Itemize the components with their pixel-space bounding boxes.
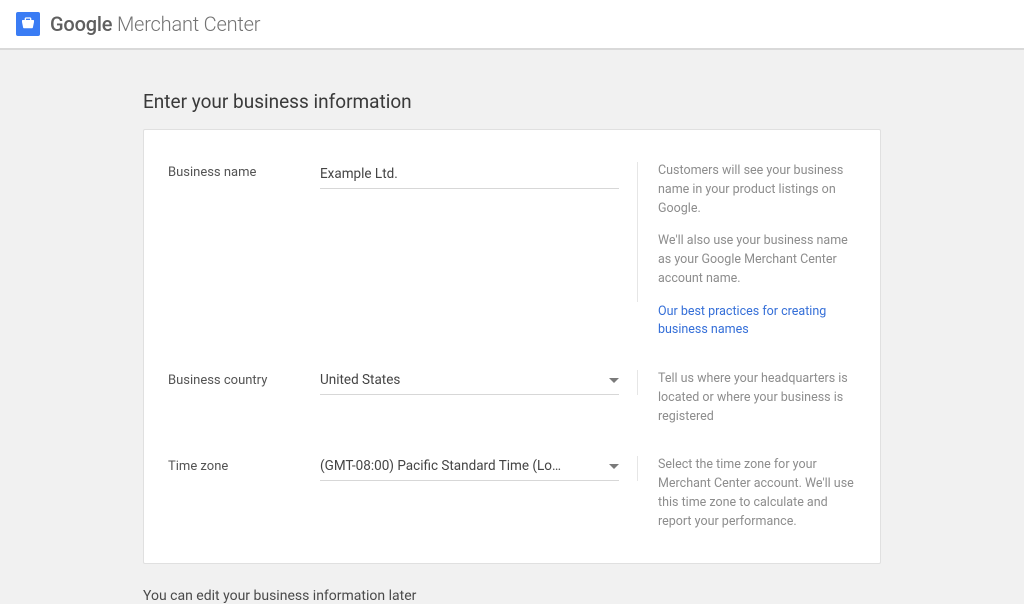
business-name-help: Customers will see your business name in… (638, 162, 856, 340)
chevron-down-icon (609, 464, 619, 469)
form-card: Business name Example Ltd. Customers wil… (143, 129, 881, 564)
business-country-value: United States (320, 372, 400, 388)
business-name-input[interactable]: Example Ltd. (320, 162, 619, 189)
merchant-center-logo-icon (16, 12, 40, 36)
business-country-label: Business country (168, 370, 320, 395)
brand-bold: Google (50, 12, 112, 36)
business-country-select[interactable]: United States (320, 370, 619, 395)
time-zone-help: Select the time zone for your Merchant C… (638, 456, 856, 531)
best-practices-link[interactable]: Our best practices for creating business… (658, 304, 826, 338)
time-zone-value: (GMT-08:00) Pacific Standard Time (Lo… (320, 458, 561, 474)
time-zone-label: Time zone (168, 456, 320, 481)
chevron-down-icon (609, 378, 619, 383)
time-zone-select[interactable]: (GMT-08:00) Pacific Standard Time (Lo… (320, 456, 619, 481)
business-name-label: Business name (168, 162, 320, 302)
row-time-zone: Time zone (GMT-08:00) Pacific Standard T… (168, 450, 856, 537)
row-business-country: Business country United States Tell us w… (168, 364, 856, 432)
business-country-help: Tell us where your headquarters is locat… (638, 370, 856, 426)
brand-light: Merchant Center (112, 12, 260, 36)
row-business-name: Business name Example Ltd. Customers wil… (168, 156, 856, 346)
app-header: Google Merchant Center (0, 0, 1024, 50)
page-content: Enter your business information Business… (0, 50, 1024, 604)
brand-title: Google Merchant Center (50, 12, 260, 36)
page-title: Enter your business information (143, 90, 881, 113)
business-name-field[interactable]: Example Ltd. (320, 162, 619, 302)
edit-later-note: You can edit your business information l… (143, 588, 881, 604)
